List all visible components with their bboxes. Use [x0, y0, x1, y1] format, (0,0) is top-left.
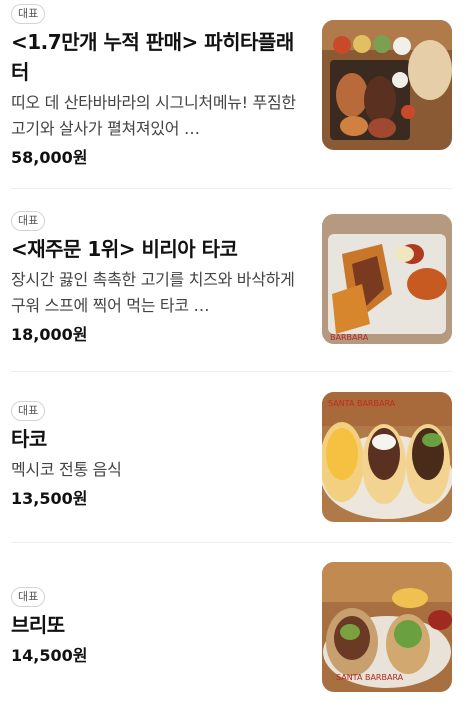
menu-item-description: 장시간 끓인 촉촉한 고기를 치즈와 바삭하게 구워 스프에 찍어 먹는 타코 …	[11, 270, 295, 315]
menu-item[interactable]: 대표 타코 멕시코 전통 음식 13,500원 SANTA BARBARA	[0, 372, 468, 542]
menu-item-title: 타코	[11, 427, 47, 451]
menu-item[interactable]: 대표 브리또 14,500원 SANTA BARBARA	[0, 543, 468, 708]
representative-badge: 대표	[11, 211, 46, 231]
svg-text:SANTA BARBARA: SANTA BARBARA	[336, 673, 404, 682]
birria-taco-photo[interactable]: BARBARA	[322, 214, 452, 344]
representative-badge: 대표	[11, 401, 46, 421]
representative-badge: 대표	[11, 587, 46, 607]
fajita-platter-photo[interactable]	[322, 20, 452, 150]
menu-item-description: 띠오 데 산타바바라의 시그니처메뉴! 푸짐한 고기와 살사가 펼쳐져있어 …	[11, 93, 296, 138]
menu-list: 대표 <1.7만개 누적 판매> 파히타플래터 띠오 데 산타바바라의 시그니처…	[0, 0, 468, 708]
svg-text:BARBARA: BARBARA	[330, 333, 369, 342]
taco-photo[interactable]: SANTA BARBARA	[322, 392, 452, 522]
menu-item-price: 13,500원	[11, 489, 88, 508]
menu-item-title: <재주문 1위> 비리아 타코	[11, 237, 238, 261]
menu-item-price: 58,000원	[11, 148, 88, 167]
menu-item-price: 18,000원	[11, 325, 88, 344]
menu-item-title: <1.7만개 누적 판매> 파히타플래터	[11, 30, 294, 84]
menu-item-info: 대표 브리또 14,500원	[11, 543, 301, 668]
representative-badge: 대표	[11, 4, 46, 24]
menu-item-info: 대표 <재주문 1위> 비리아 타코 장시간 끓인 촉촉한 고기를 치즈와 바삭…	[11, 189, 301, 347]
menu-item-description: 멕시코 전통 음식	[11, 460, 122, 479]
menu-item[interactable]: 대표 <1.7만개 누적 판매> 파히타플래터 띠오 데 산타바바라의 시그니처…	[0, 0, 468, 188]
menu-item[interactable]: 대표 <재주문 1위> 비리아 타코 장시간 끓인 촉촉한 고기를 치즈와 바삭…	[0, 189, 468, 371]
burrito-photo[interactable]: SANTA BARBARA	[322, 562, 452, 692]
menu-item-info: 대표 <1.7만개 누적 판매> 파히타플래터 띠오 데 산타바바라의 시그니처…	[11, 0, 301, 170]
menu-item-title: 브리또	[11, 613, 65, 637]
menu-item-info: 대표 타코 멕시코 전통 음식 13,500원	[11, 372, 301, 511]
svg-text:SANTA BARBARA: SANTA BARBARA	[328, 399, 396, 408]
menu-item-price: 14,500원	[11, 646, 88, 665]
